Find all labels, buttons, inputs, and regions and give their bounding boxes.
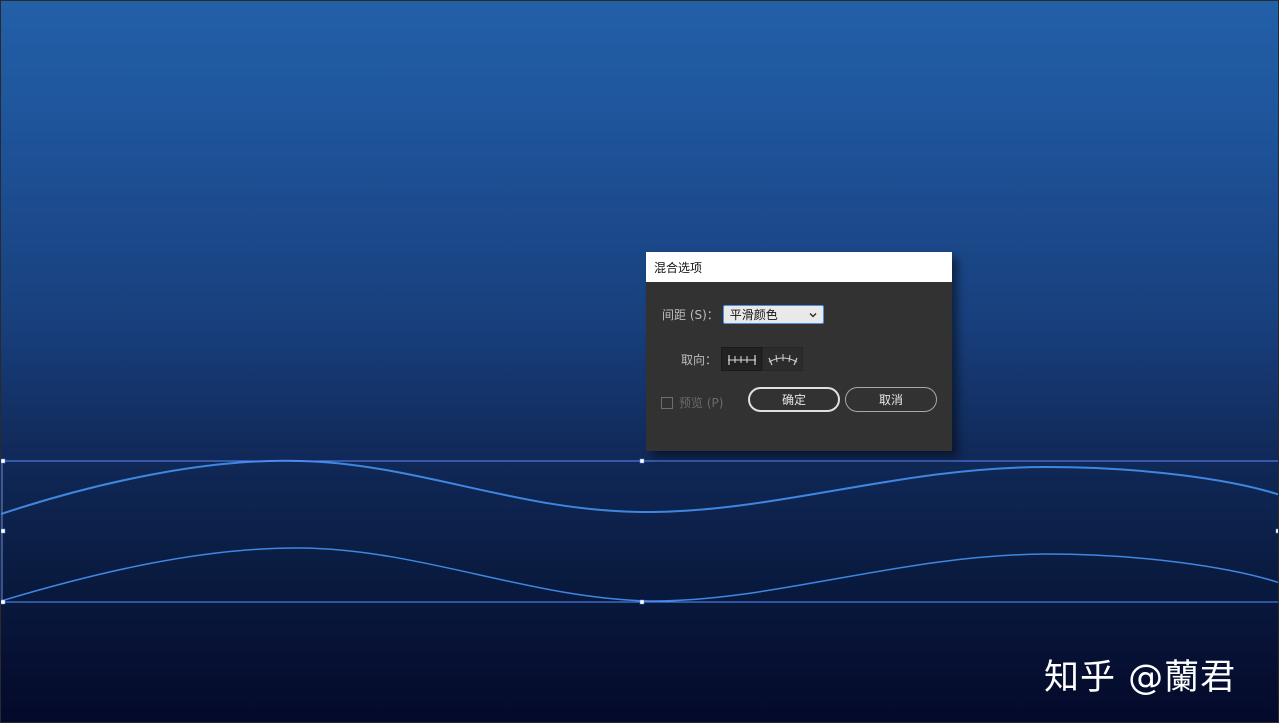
orient-align-to-path-button[interactable] — [762, 347, 804, 371]
ok-button[interactable]: 确定 — [748, 387, 840, 412]
artwork-layer — [1, 458, 1279, 605]
orientation-label: 取向： — [681, 352, 718, 367]
chevron-down-icon — [809, 312, 817, 317]
blend-options-dialog: 混合选项 间距 (S)： 平滑颜色 取向： 预览 (P) 确定 取消 — [646, 252, 952, 451]
spacing-dropdown-value: 平滑颜色 — [729, 308, 778, 322]
align-to-path-icon — [767, 354, 798, 366]
dialog-title: 混合选项 — [654, 260, 703, 275]
align-to-page-icon — [727, 355, 756, 365]
orient-align-to-page-button[interactable] — [721, 347, 763, 371]
dialog-titlebar[interactable]: 混合选项 — [646, 252, 952, 282]
spacing-dropdown[interactable]: 平滑颜色 — [722, 305, 824, 324]
selection-handle[interactable] — [639, 599, 645, 605]
cancel-button[interactable]: 取消 — [845, 387, 937, 412]
selection-bounding-box[interactable] — [1, 460, 1279, 603]
watermark-text: 知乎 @蘭君 — [1044, 658, 1237, 698]
wave-path-bottom[interactable] — [1, 547, 1279, 602]
selection-handle[interactable] — [1, 458, 6, 464]
orientation-toggle-group — [721, 347, 804, 371]
preview-checkbox-group[interactable]: 预览 (P) — [661, 394, 723, 411]
orientation-row: 取向： — [681, 347, 804, 371]
preview-label: 预览 (P) — [679, 396, 724, 410]
selection-handle[interactable] — [639, 458, 645, 464]
artboard-canvas[interactable]: 混合选项 间距 (S)： 平滑颜色 取向： 预览 (P) 确定 取消 知乎 @蘭… — [0, 0, 1279, 723]
dialog-footer: 预览 (P) 确定 取消 — [661, 387, 941, 412]
spacing-label: 间距 (S)： — [662, 308, 719, 322]
preview-checkbox[interactable] — [661, 396, 673, 409]
selection-handle[interactable] — [1, 528, 6, 534]
selection-handle[interactable] — [1, 599, 6, 605]
wave-path-top[interactable] — [1, 459, 1279, 515]
spacing-row: 间距 (S)： 平滑颜色 — [662, 305, 824, 324]
